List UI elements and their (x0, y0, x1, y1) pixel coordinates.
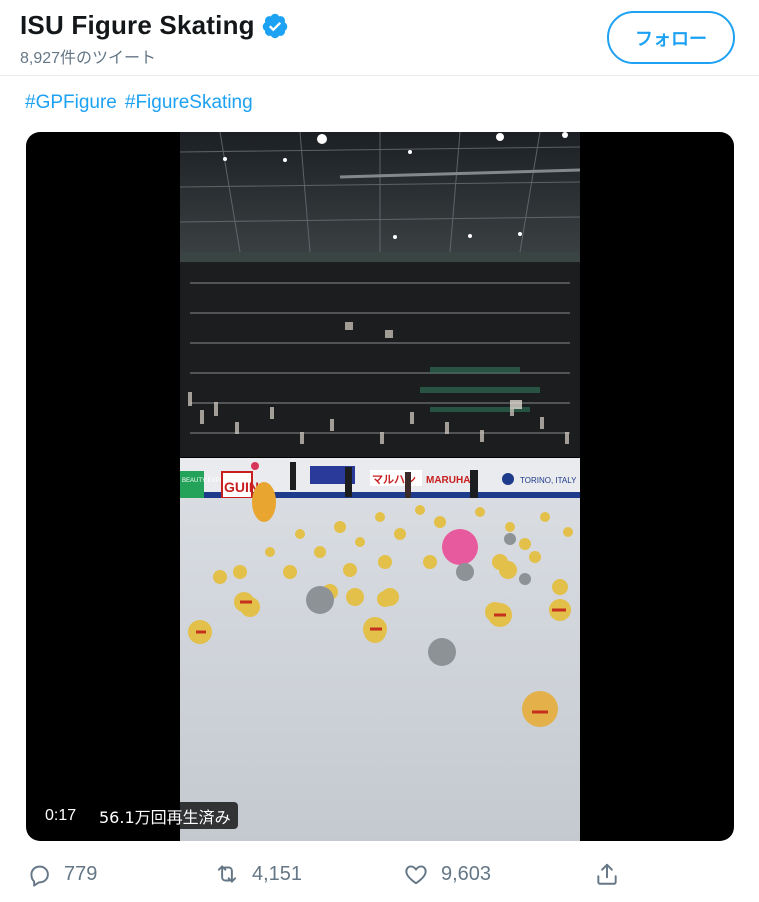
board-ad-maruhan: MARUHAN (426, 475, 478, 486)
reply-button[interactable]: 779 (26, 861, 97, 887)
retweet-icon (217, 865, 237, 883)
share-icon (597, 863, 617, 885)
follow-button[interactable]: フォロー (607, 11, 735, 64)
retweet-button[interactable]: 4,151 (214, 861, 302, 887)
verified-badge-icon (262, 13, 287, 38)
video-player[interactable]: BEAUTY EXPERT GUIN マルハン MARUHAN TORINO, … (26, 132, 734, 841)
like-count: 9,603 (441, 862, 492, 885)
heart-icon (405, 865, 427, 885)
share-button[interactable] (594, 861, 632, 887)
arena-scene-image: BEAUTY EXPERT GUIN マルハン MARUHAN TORINO, … (180, 132, 580, 841)
reply-count: 779 (64, 862, 98, 885)
board-ad-torino: TORINO, ITALY (520, 476, 577, 485)
tweet-header: ISU Figure Skating 8,927件のツイート フォロー (0, 0, 759, 76)
tweet-text: #GPFigure #FigureSkating (25, 92, 253, 114)
author-row: ISU Figure Skating (20, 10, 289, 41)
display-name[interactable]: ISU Figure Skating (20, 10, 255, 41)
hashtag-figureskating[interactable]: #FigureSkating (125, 92, 253, 114)
video-view-count: 56.1万回再生済み (92, 802, 238, 829)
like-button[interactable]: 9,603 (403, 861, 491, 887)
reply-icon (30, 865, 49, 887)
tweet-count: 8,927件のツイート (20, 50, 157, 67)
tweet-actions: 779 4,151 9,603 (0, 855, 759, 899)
hashtag-gpfigure[interactable]: #GPFigure (25, 92, 117, 114)
video-timecode: 0:17 (38, 802, 84, 829)
video-frame: BEAUTY EXPERT GUIN マルハン MARUHAN TORINO, … (180, 132, 580, 841)
retweet-count: 4,151 (252, 862, 303, 885)
